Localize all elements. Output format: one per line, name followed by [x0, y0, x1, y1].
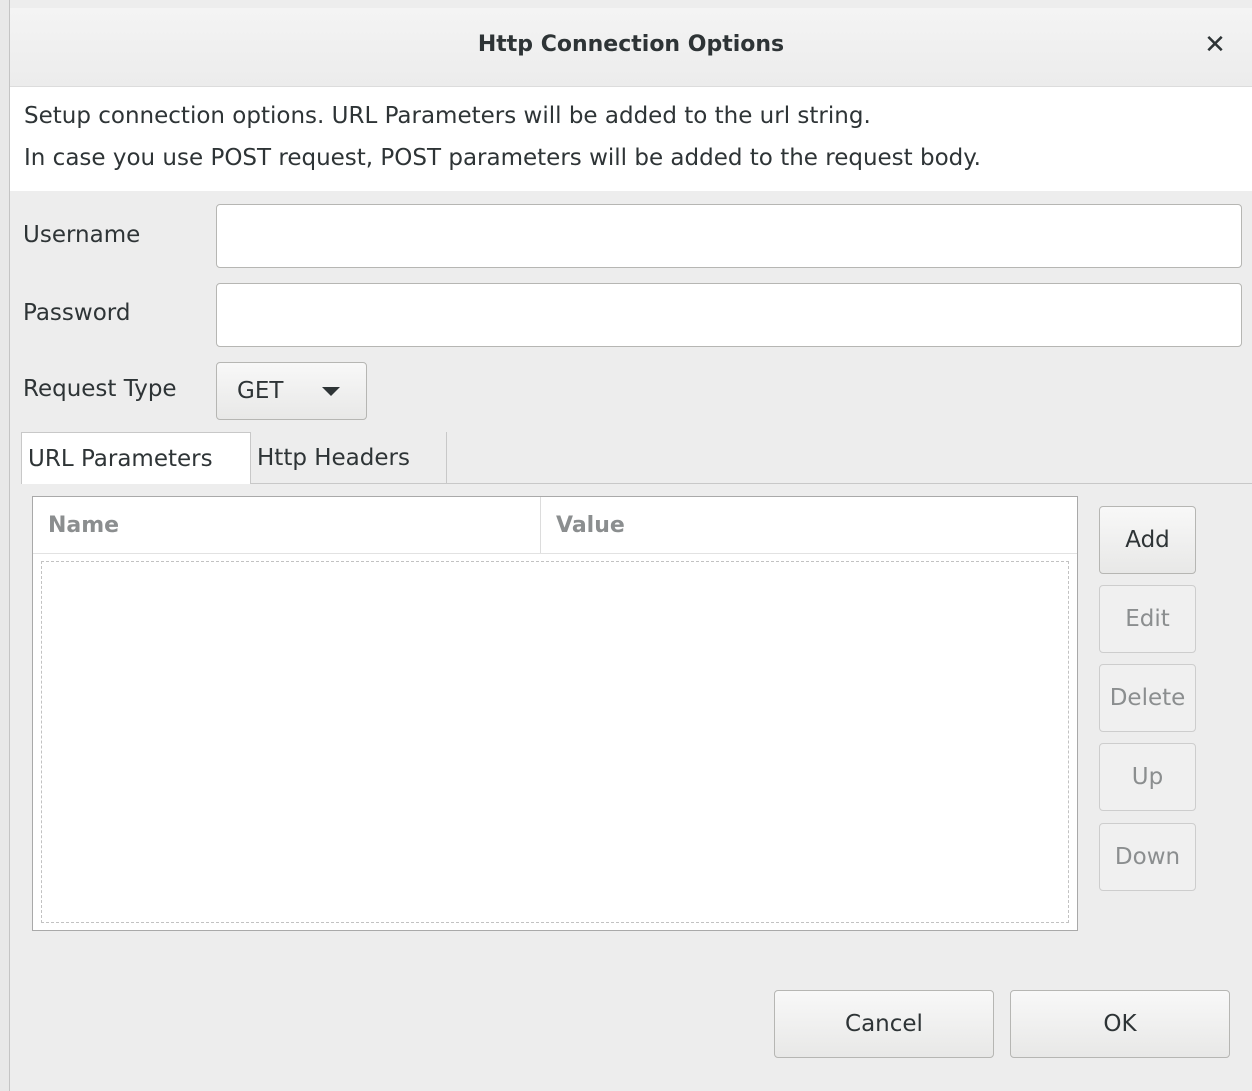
cancel-button[interactable]: Cancel: [774, 990, 994, 1058]
delete-button[interactable]: Delete: [1099, 664, 1196, 732]
table-body[interactable]: [41, 561, 1069, 923]
username-label: Username: [23, 222, 141, 248]
request-type-value: GET: [237, 378, 284, 404]
up-button[interactable]: Up: [1099, 743, 1196, 811]
password-field[interactable]: [216, 283, 1242, 347]
request-type-dropdown[interactable]: GET: [216, 362, 367, 420]
tab-http-headers[interactable]: Http Headers: [251, 432, 447, 484]
info-line-2: In case you use POST request, POST param…: [24, 145, 981, 171]
password-label: Password: [23, 300, 131, 326]
column-header-name[interactable]: Name: [33, 497, 541, 553]
dialog-title: Http Connection Options: [477, 32, 785, 57]
username-field[interactable]: [216, 204, 1242, 268]
header-divider: [33, 553, 1077, 554]
close-icon[interactable]: ✕: [1200, 30, 1230, 60]
ok-button[interactable]: OK: [1010, 990, 1230, 1058]
request-type-label: Request Type: [23, 376, 177, 402]
tabs-divider: [250, 483, 1252, 484]
edit-button[interactable]: Edit: [1099, 585, 1196, 653]
dialog-titlebar[interactable]: Http Connection Options ✕: [10, 8, 1252, 87]
background-window-edge: [0, 0, 10, 1091]
http-connection-options-dialog: Http Connection Options ✕ Setup connecti…: [10, 0, 1252, 1091]
chevron-down-icon: [322, 387, 340, 396]
down-button[interactable]: Down: [1099, 823, 1196, 891]
url-parameters-table[interactable]: Name Value: [32, 496, 1078, 931]
tab-http-headers-label: Http Headers: [257, 445, 410, 471]
info-line-1: Setup connection options. URL Parameters…: [24, 103, 871, 129]
info-panel: Setup connection options. URL Parameters…: [10, 87, 1252, 191]
column-header-value[interactable]: Value: [541, 497, 1077, 553]
tab-url-parameters-label: URL Parameters: [28, 445, 213, 472]
add-button[interactable]: Add: [1099, 506, 1196, 574]
tab-url-parameters[interactable]: URL Parameters: [21, 432, 251, 484]
